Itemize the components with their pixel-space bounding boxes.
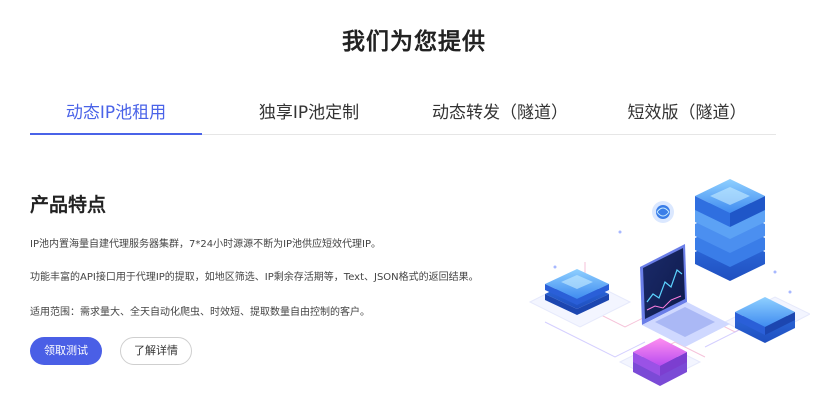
trial-button[interactable]: 领取测试 (30, 337, 102, 365)
features-title: 产品特点 (30, 194, 107, 216)
tab-bar: 动态IP池租用 独享IP池定制 动态转发（隧道） 短效版（隧道） (30, 96, 776, 135)
tab-dynamic-forwarding[interactable]: 动态转发（隧道） (402, 96, 598, 134)
learn-more-button[interactable]: 了解详情 (120, 337, 192, 365)
feature-item: 适用范围：需求量大、全天自动化爬虫、时效短、提取数量自由控制的客户。 (30, 307, 370, 318)
server-network-illustration (528, 179, 810, 386)
tab-short-term-tunnel[interactable]: 短效版（隧道） (598, 96, 776, 134)
tab-dynamic-ip-pool[interactable]: 动态IP池租用 (30, 96, 202, 135)
page-title: 我们为您提供 (342, 29, 486, 55)
feature-item: 功能丰富的API接口用于代理IP的提取，如地区筛选、IP剩余存活期等，Text、… (30, 272, 479, 283)
tab-exclusive-ip-pool[interactable]: 独享IP池定制 (216, 96, 402, 134)
feature-item: IP池内置海量自建代理服务器集群，7*24小时源源不断为IP池供应短效代理IP。 (30, 239, 382, 250)
